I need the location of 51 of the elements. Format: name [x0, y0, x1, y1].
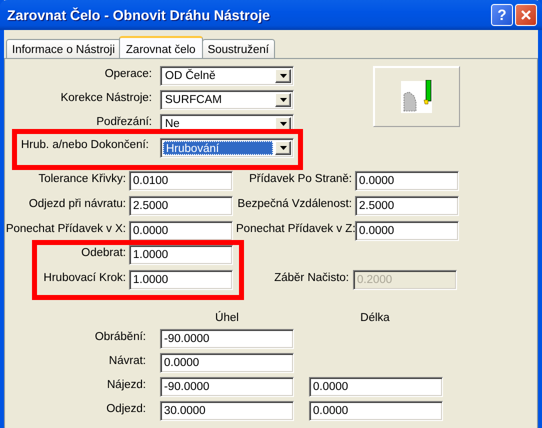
text-field[interactable]: 2.5000: [355, 196, 459, 216]
text-field[interactable]: 0.0000: [309, 377, 443, 397]
field-label: Bezpečná Vzdálenost:: [236, 197, 352, 210]
dropdown-arrow-button[interactable]: [275, 69, 291, 83]
field-label: Nájezd:: [106, 378, 146, 391]
caret-icon: [280, 122, 286, 126]
close-button[interactable]: [515, 4, 537, 26]
field-label: Hrubovací Krok:: [42, 271, 126, 286]
field-label: Záběr Načisto:: [273, 271, 349, 286]
field-label: Obrábění:: [94, 330, 146, 343]
field-label: Podřezání:: [95, 115, 152, 128]
text-field[interactable]: 30.0000: [160, 401, 294, 421]
text-field[interactable]: 0.0000: [309, 401, 443, 421]
caret-icon: [280, 146, 286, 150]
caret-icon: [280, 98, 286, 102]
text-field[interactable]: 1.0000: [129, 270, 233, 290]
text-field[interactable]: 0.0000: [160, 353, 294, 373]
field-label: Tolerance Křivky:: [37, 172, 126, 185]
column-header: Úhel: [214, 312, 240, 325]
field-label: Korekce Nástroje:: [60, 91, 152, 104]
text-field[interactable]: -90.0000: [160, 329, 294, 349]
text-field[interactable]: 0.0000: [355, 221, 459, 241]
tab[interactable]: Zarovnat čelo: [118, 36, 203, 58]
window-title: Zarovnat Čelo - Obnovit Dráhu Nástroje: [7, 7, 271, 23]
text-field[interactable]: 0.0100: [129, 171, 233, 191]
tab[interactable]: Informace o Nástroji: [6, 39, 121, 58]
field-label: Přídavek Po Straně:: [248, 172, 352, 185]
field-label: Ponechat Přídavek v Z:: [236, 222, 352, 235]
dropdown[interactable]: SURFCAM: [160, 90, 294, 110]
field-label: Hrub. a/nebo Dokončení:: [21, 138, 150, 153]
dropdown-arrow-button[interactable]: [275, 93, 291, 107]
field-label: Návrat:: [108, 354, 146, 367]
field-label: Odjezd:: [105, 402, 146, 415]
field-label: Odjezd při návratu:: [28, 197, 126, 210]
field-label: Odebrat:: [80, 246, 126, 261]
field-label: Operace:: [104, 67, 152, 80]
tab[interactable]: Soustružení: [202, 39, 275, 58]
dropdown[interactable]: Hrubování: [160, 138, 294, 158]
field-label: Ponechat Přídavek v X:: [5, 222, 126, 235]
dropdown-arrow-button[interactable]: [275, 141, 291, 155]
column-header: Délka: [359, 312, 391, 325]
text-field[interactable]: 1.0000: [129, 245, 233, 265]
tool-preview-icon: [401, 80, 432, 113]
text-field[interactable]: -90.0000: [160, 377, 294, 397]
text-field[interactable]: 0.0000: [129, 221, 233, 241]
close-icon: [521, 10, 531, 20]
text-field[interactable]: 2.5000: [129, 196, 233, 216]
caret-icon: [280, 74, 286, 78]
help-button[interactable]: ?: [491, 4, 513, 26]
text-field[interactable]: 0.0000: [355, 171, 459, 191]
dropdown[interactable]: OD Čelně: [160, 66, 294, 86]
